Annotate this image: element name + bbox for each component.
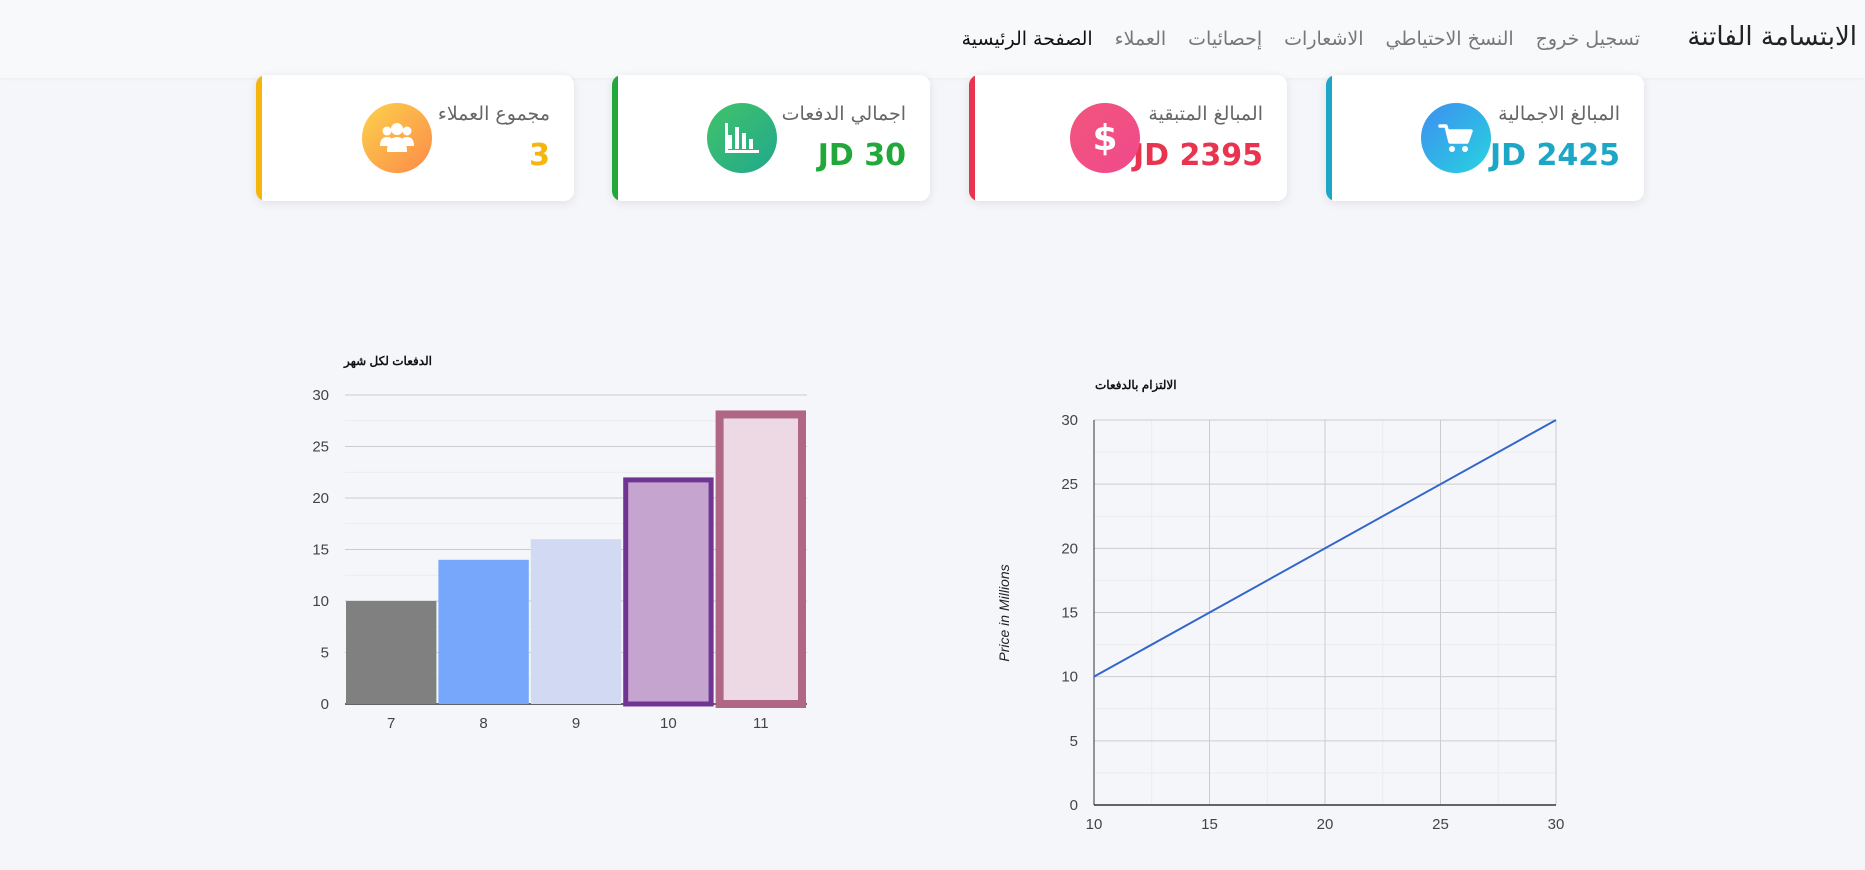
bar-chart-icon [707, 103, 777, 173]
nav-link-statistics[interactable]: إحصائيات [1188, 28, 1262, 50]
card-value: JD 30 [817, 138, 906, 173]
x-tick-label: 15 [1201, 816, 1218, 833]
y-tick-label: 10 [1061, 669, 1078, 686]
nav-link-backup[interactable]: النسخ الاحتياطي [1386, 28, 1514, 50]
bar [346, 601, 437, 704]
y-tick-label: 25 [1061, 476, 1078, 493]
bar [623, 477, 714, 707]
navbar: الابتسامة الفاتنة الصفحة الرئيسية العملا… [0, 0, 1865, 78]
y-tick-label: 5 [1070, 733, 1078, 750]
card-value: JD 2395 [1132, 138, 1263, 173]
x-tick-label: 9 [572, 715, 580, 732]
line-chart: الالتزام بالدفعات Price in Millions 0 5 10… [996, 378, 1565, 833]
y-tick-label: 20 [312, 490, 329, 507]
x-tick-label: 10 [660, 715, 677, 732]
x-tick-label: 11 [753, 715, 769, 732]
x-tick-label: 8 [479, 715, 487, 732]
shopping-cart-icon [1421, 103, 1491, 173]
card-total-payments: اجمالي الدفعات JD 30 [612, 75, 930, 201]
card-total-clients: مجموع العملاء 3 [256, 75, 574, 201]
y-tick-label: 10 [312, 593, 329, 610]
nav-link-logout[interactable]: تسجيل خروج [1536, 28, 1640, 50]
dollar-icon: $ [1070, 103, 1140, 173]
y-tick-label: 30 [1061, 412, 1078, 429]
card-remaining-amounts: المبالغ المتبقية JD 2395 $ [969, 75, 1287, 201]
x-tick-label: 25 [1432, 816, 1449, 833]
card-value: 3 [529, 138, 550, 173]
chart-title: الالتزام بالدفعات [1095, 378, 1177, 393]
card-title: اجمالي الدفعات [781, 103, 906, 125]
y-tick-label: 15 [1061, 605, 1078, 622]
card-value: JD 2425 [1489, 138, 1620, 173]
card-title: المبالغ الاجمالية [1498, 103, 1620, 125]
svg-text:$: $ [1092, 118, 1117, 158]
chart-title: الدفعات لكل شهر [343, 354, 432, 369]
nav-link-clients[interactable]: العملاء [1115, 28, 1167, 50]
y-tick-label: 0 [1070, 797, 1078, 814]
y-tick-label: 25 [312, 439, 329, 456]
x-tick-label: 30 [1548, 816, 1565, 833]
card-title: المبالغ المتبقية [1148, 103, 1263, 125]
y-tick-label: 5 [321, 645, 329, 662]
bar [715, 410, 807, 708]
x-tick-label: 10 [1086, 816, 1103, 833]
x-tick-label: 20 [1317, 816, 1334, 833]
nav-link-home[interactable]: الصفحة الرئيسية [962, 28, 1093, 50]
nav-links: الصفحة الرئيسية العملاء إحصائيات الاشعار… [962, 28, 1640, 50]
y-axis-label: Price in Millions [996, 564, 1012, 661]
y-tick-label: 20 [1061, 540, 1078, 557]
x-tick-label: 7 [387, 715, 395, 732]
y-tick-label: 0 [321, 696, 329, 713]
bar [530, 539, 622, 704]
bar-chart: الدفعات لكل شهر 0 5 10 15 20 25 30 7 8 9 10 11 [312, 354, 807, 732]
y-tick-label: 15 [312, 542, 329, 559]
card-title: مجموع العملاء [437, 103, 550, 125]
brand-title[interactable]: الابتسامة الفاتنة [1687, 22, 1857, 52]
users-icon [362, 103, 432, 173]
nav-link-notifications[interactable]: الاشعارات [1284, 28, 1363, 50]
y-tick-label: 30 [312, 387, 329, 404]
card-total-amounts: المبالغ الاجمالية JD 2425 [1326, 75, 1644, 201]
bar [438, 559, 529, 704]
